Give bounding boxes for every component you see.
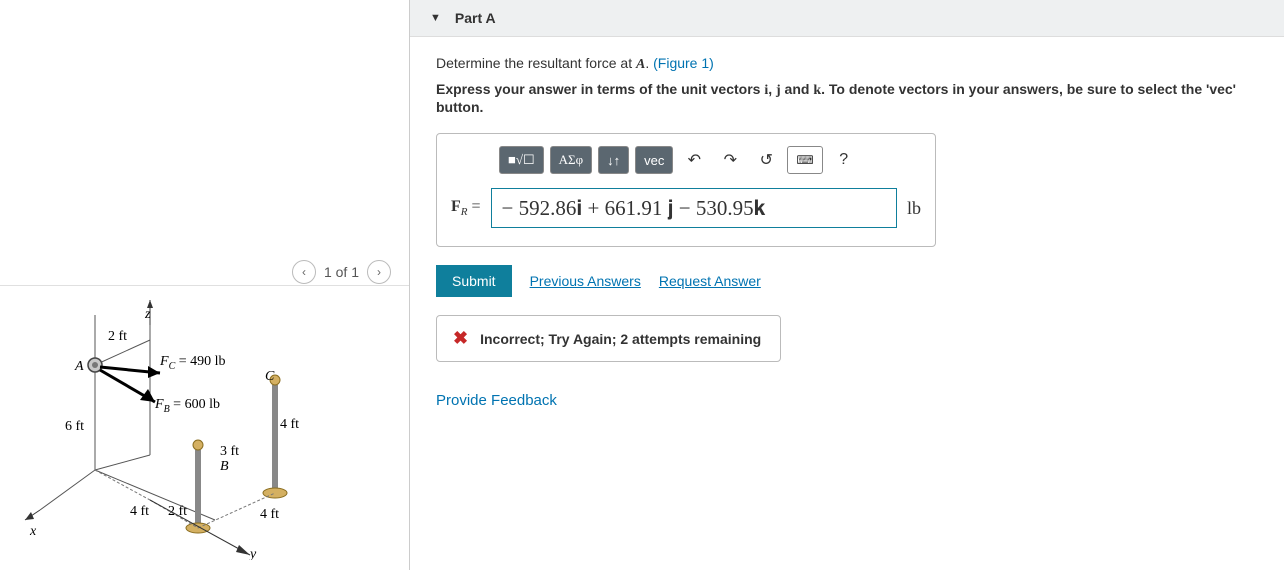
figure-pager: ‹ 1 of 1 › [292,260,391,284]
reset-button[interactable]: ↺ [751,146,781,174]
prompt-line-1: Determine the resultant force at A. (Fig… [436,55,1258,73]
answer-input[interactable]: − 592.86𝐢 + 661.91 𝐣 − 530.95𝐤 [491,188,897,228]
dim-4ft-b: 4 ft [130,504,149,519]
help-button[interactable]: ? [829,146,859,174]
axis-y: y [248,547,257,560]
fb-label: FB = 600 lb [154,397,220,415]
dim-2ft-b: 2 ft [168,504,187,519]
vec-button[interactable]: vec [635,146,673,174]
figure-diagram: z x y A 2 ft 6 ft [20,300,340,560]
axis-x: x [29,524,37,539]
redo-button[interactable]: ↷ [715,146,745,174]
axis-z: z [144,307,151,322]
dim-6ft: 6 ft [65,419,84,434]
pager-next-button[interactable]: › [367,260,391,284]
right-panel: ▼ Part A Determine the resultant force a… [410,0,1284,570]
point-c-label: C [265,369,275,384]
incorrect-icon: ✖ [453,328,468,349]
answer-variable-label: FR = [451,198,481,218]
fc-label: FC = 490 lb [159,354,226,372]
keyboard-button[interactable]: ⌨ [787,146,822,174]
point-a-label: A [74,359,84,374]
greek-button[interactable]: ΑΣφ [550,146,592,174]
templates-button[interactable]: ■√☐ [499,146,544,174]
answer-box: ■√☐ ΑΣφ ↓↑ vec ↶ ↷ ↺ ⌨ ? FR = − 592.86𝐢 … [436,133,936,247]
request-answer-link[interactable]: Request Answer [659,273,761,289]
submit-button[interactable]: Submit [436,265,512,297]
part-header[interactable]: ▼ Part A [410,0,1284,37]
dim-2ft: 2 ft [108,329,127,344]
left-panel: ‹ 1 of 1 › z x y [0,0,410,570]
feedback-box: ✖ Incorrect; Try Again; 2 attempts remai… [436,315,781,362]
point-b-label: B [220,459,229,474]
subscript-button[interactable]: ↓↑ [598,146,629,174]
dim-3ft: 3 ft [220,444,239,459]
undo-button[interactable]: ↶ [679,146,709,174]
feedback-text: Incorrect; Try Again; 2 attempts remaini… [480,331,761,347]
dim-4ft-a: 4 ft [280,417,299,432]
pager-prev-button[interactable]: ‹ [292,260,316,284]
pager-position: 1 of 1 [324,264,359,280]
provide-feedback-link[interactable]: Provide Feedback [436,392,1258,409]
prompt-instructions: Express your answer in terms of the unit… [436,81,1258,115]
answer-unit: lb [907,198,921,219]
part-title: Part A [455,10,496,26]
equation-toolbar: ■√☐ ΑΣφ ↓↑ vec ↶ ↷ ↺ ⌨ ? [451,146,921,174]
previous-answers-link[interactable]: Previous Answers [530,273,641,289]
collapse-caret-icon: ▼ [430,12,441,24]
figure-link[interactable]: (Figure 1) [653,55,714,71]
dim-4ft-c: 4 ft [260,507,279,522]
